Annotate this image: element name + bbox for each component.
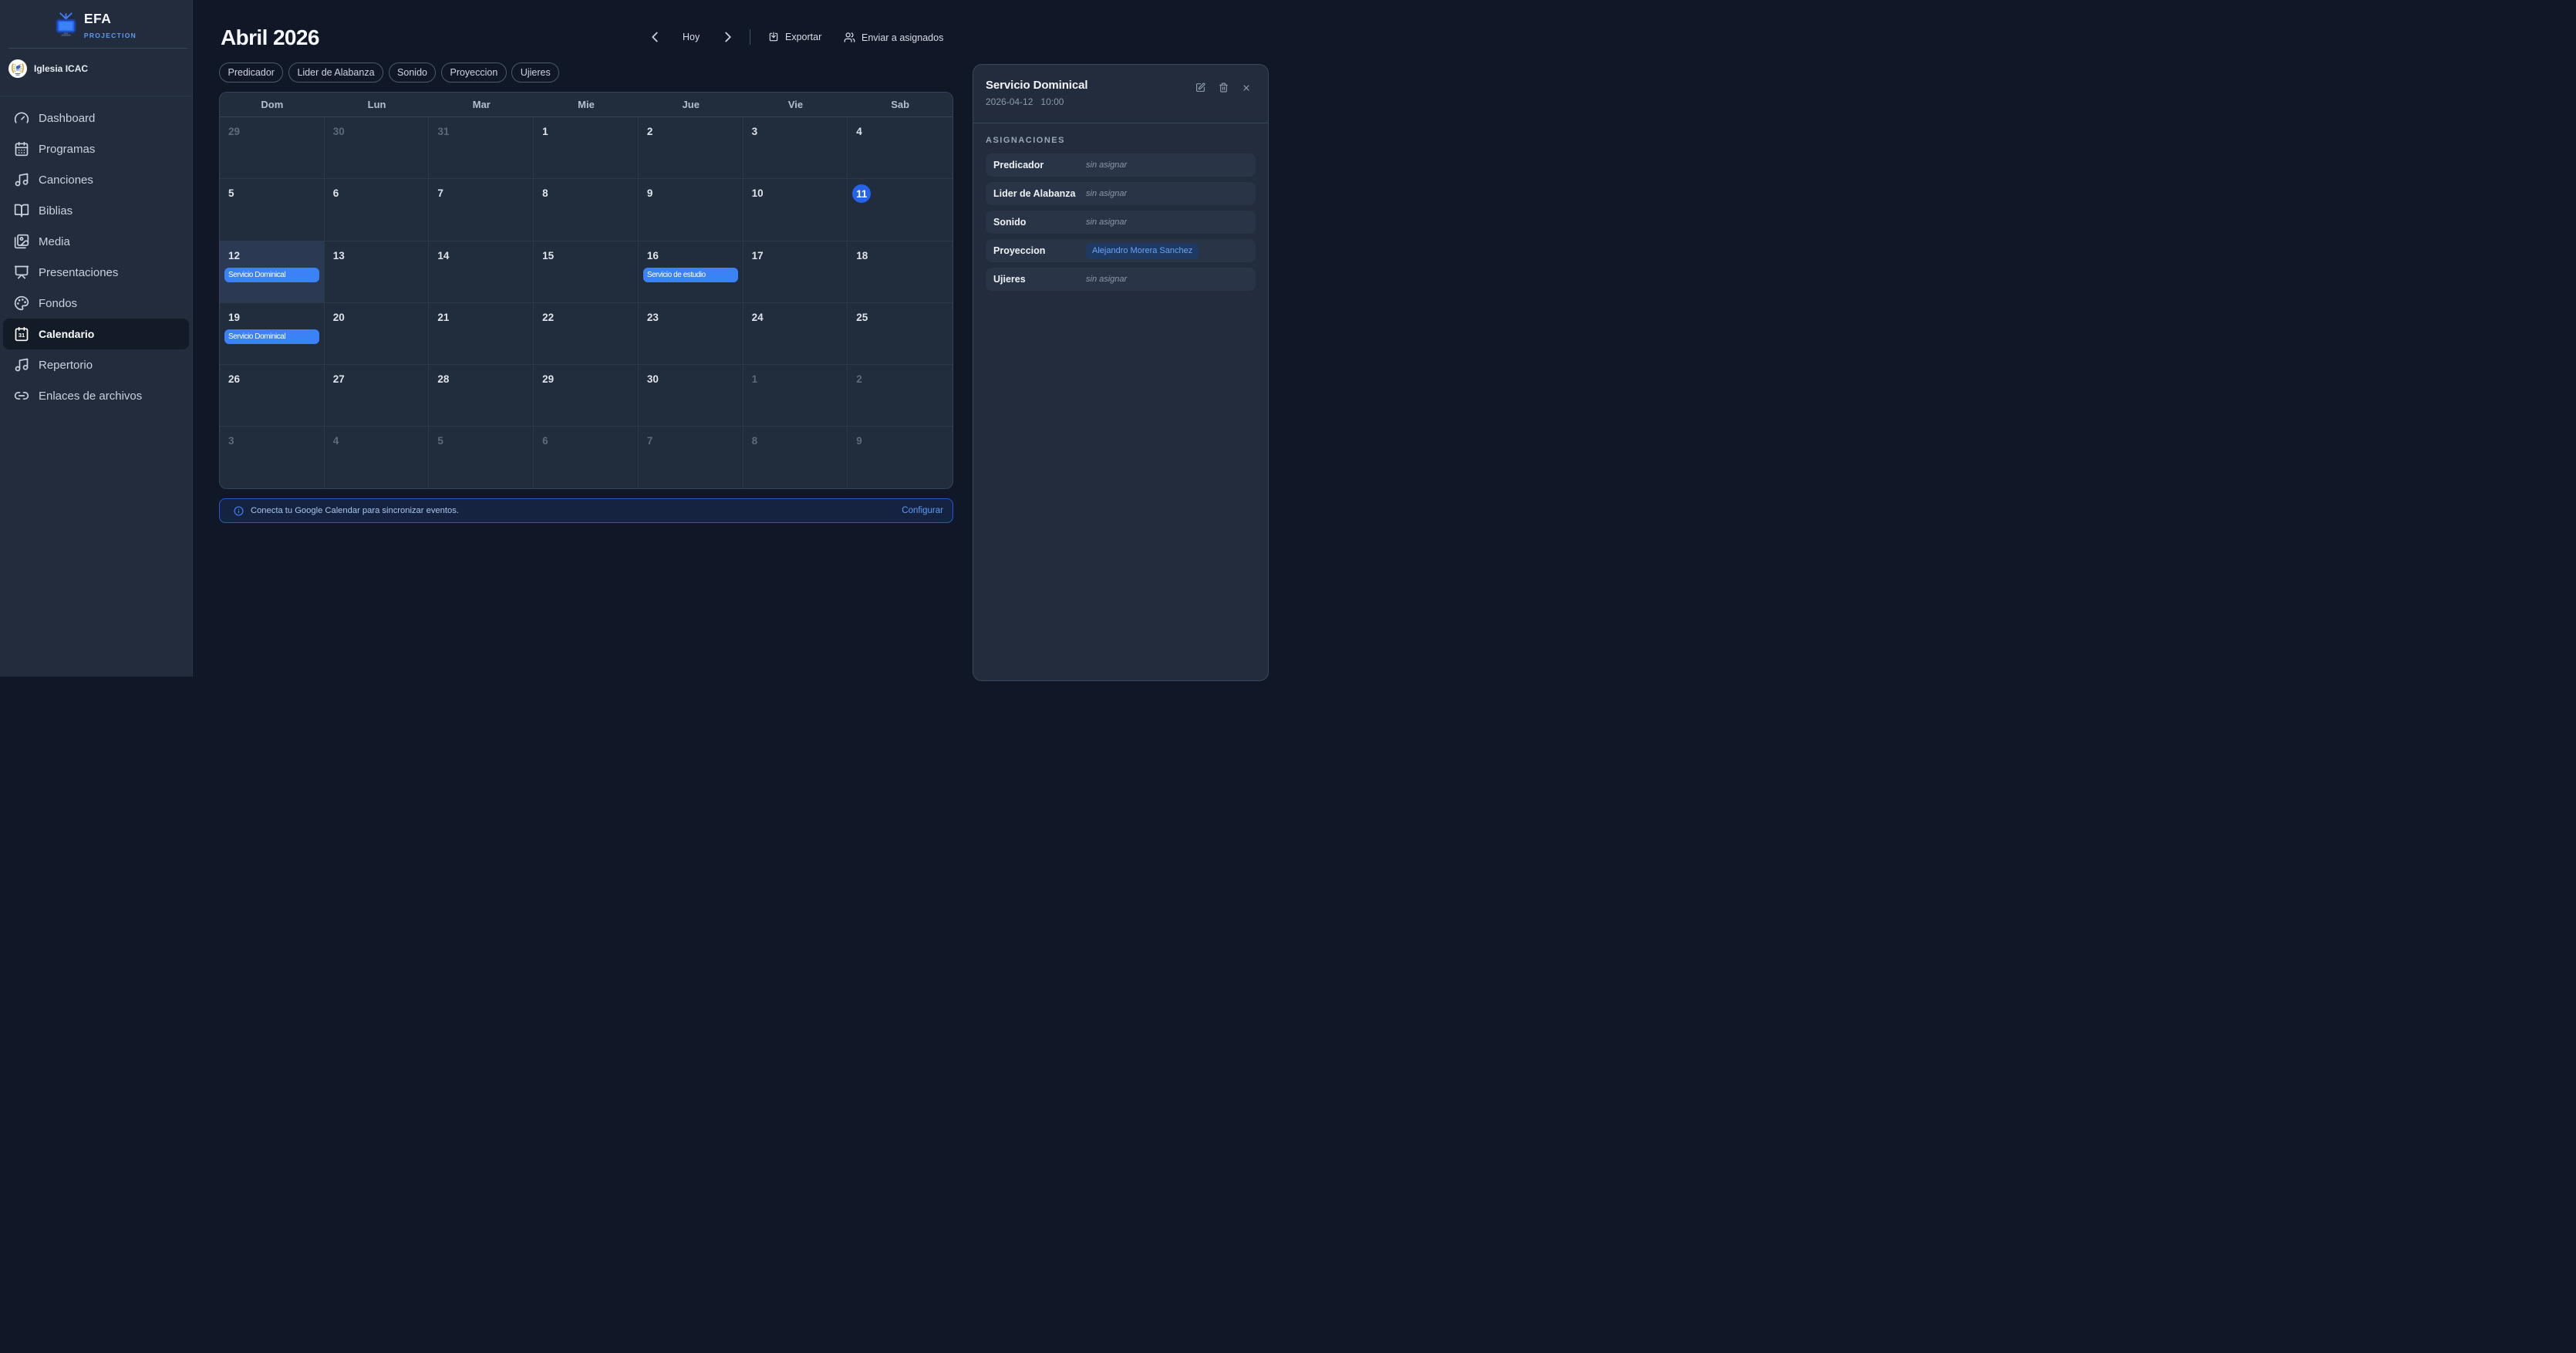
svg-text:31: 31 xyxy=(19,332,25,339)
